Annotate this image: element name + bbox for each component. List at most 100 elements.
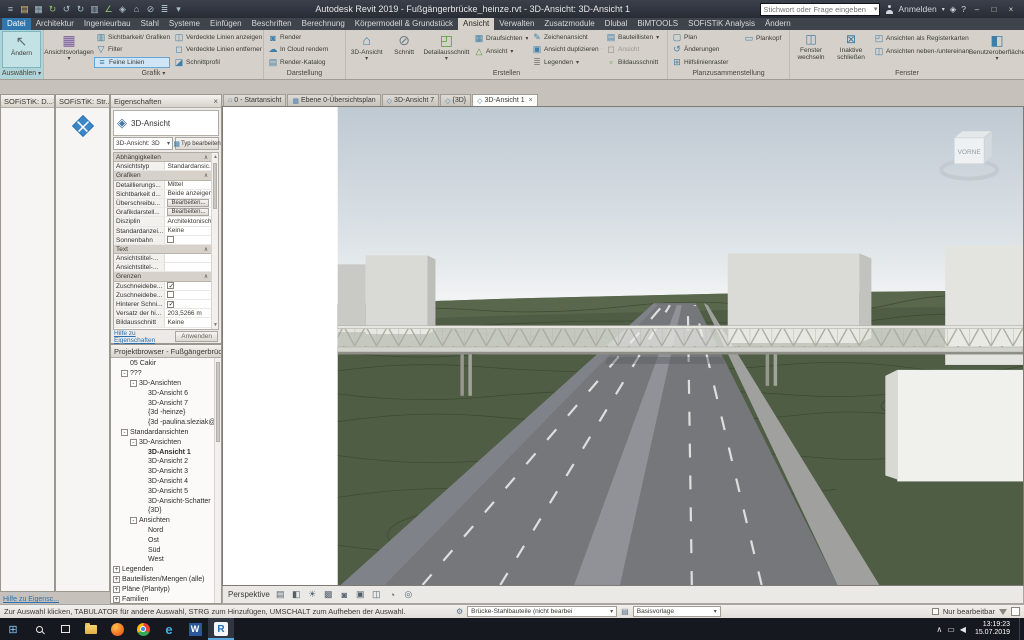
viewcube-front-label[interactable]: VORNE bbox=[958, 149, 982, 156]
chrome-button[interactable] bbox=[130, 618, 156, 640]
tree-item[interactable]: -3D-Ansichten bbox=[111, 379, 214, 389]
view-tab-uebersichtsplan[interactable]: ▦Ebene 0-Übersichtsplan bbox=[287, 94, 380, 106]
tree-item[interactable]: West bbox=[111, 555, 214, 565]
3d-viewport[interactable]: VORNE bbox=[222, 106, 1024, 586]
render-gallery-button[interactable]: ▤Render-Katalog bbox=[266, 57, 342, 68]
tree-expander[interactable]: - bbox=[130, 380, 137, 387]
sofistik-panel1-header[interactable]: SOFiSTiK: D... × bbox=[1, 95, 54, 108]
tree-expander[interactable]: + bbox=[113, 576, 120, 583]
firefox-button[interactable] bbox=[104, 618, 130, 640]
maximize-button[interactable]: □ bbox=[988, 5, 1000, 14]
tab-views-button[interactable]: ◰Ansichten als Registerkarten bbox=[872, 32, 970, 44]
tab-berechnung[interactable]: Berechnung bbox=[297, 18, 350, 30]
tray-expand-icon[interactable]: ∧ bbox=[936, 625, 942, 634]
guide-grid-button[interactable]: ⊞Hilfslinienraster bbox=[670, 57, 740, 68]
design-options-icon[interactable]: ▤ bbox=[621, 607, 629, 616]
edit-graphics-button[interactable]: Bearbeiten... bbox=[167, 208, 209, 216]
tree-item[interactable]: +Bauteillisten/Mengen (alle) bbox=[111, 575, 214, 585]
tree-item[interactable]: 3D-Ansicht 2 bbox=[111, 457, 214, 467]
tab-bimtools[interactable]: BiMTOOLS bbox=[632, 18, 683, 30]
property-section[interactable]: Text bbox=[114, 245, 211, 254]
measure-icon[interactable]: ∠ bbox=[102, 2, 115, 16]
tab-dlubal[interactable]: Dlubal bbox=[600, 18, 633, 30]
default-3d-view-icon[interactable]: ⌂ bbox=[130, 2, 143, 16]
tab-ansicht[interactable]: Ansicht bbox=[458, 18, 494, 30]
visual-style-icon[interactable]: ◧ bbox=[291, 589, 302, 600]
section-button[interactable]: ⊘ Schnitt bbox=[387, 31, 420, 68]
show-hidden-lines-button[interactable]: ◫Verdeckte Linien anzeigen bbox=[172, 32, 262, 43]
task-view-button[interactable] bbox=[52, 618, 78, 640]
edit-type-button[interactable]: ▦ Typ bearbeiten bbox=[175, 137, 219, 150]
scrollbar-thumb[interactable] bbox=[216, 362, 220, 442]
tree-expander[interactable]: - bbox=[121, 370, 128, 377]
group-label-darstellung[interactable]: Darstellung bbox=[264, 69, 345, 79]
scroll-down-icon[interactable]: ▼ bbox=[212, 321, 219, 329]
section-collapse-icon[interactable] bbox=[201, 272, 211, 280]
tab-aendern[interactable]: Ändern bbox=[760, 18, 796, 30]
temporary-hide-icon[interactable]: ◔ bbox=[387, 590, 398, 600]
group-label-planzusammenstellung[interactable]: Planzusammenstellung bbox=[668, 69, 789, 79]
filter-button[interactable]: ▽Filter bbox=[94, 44, 170, 55]
app-store-icon[interactable]: ◈ bbox=[950, 4, 957, 15]
far-clip-checkbox[interactable] bbox=[167, 301, 174, 308]
tree-item[interactable]: 05 Cakir bbox=[111, 359, 214, 369]
elevation-button[interactable]: △Ansicht bbox=[472, 45, 528, 57]
section-collapse-icon[interactable] bbox=[201, 171, 211, 179]
shadows-icon[interactable]: ▩ bbox=[323, 589, 334, 600]
edit-overrides-button[interactable]: Bearbeiten... bbox=[167, 199, 209, 207]
view-templates-button[interactable]: ▦ Ansichtsvorlagen bbox=[46, 31, 92, 68]
tree-expander[interactable]: + bbox=[113, 566, 120, 573]
search-box[interactable]: ▾ bbox=[760, 3, 880, 16]
properties-header[interactable]: Eigenschaften × bbox=[111, 95, 221, 108]
sun-path-checkbox[interactable] bbox=[167, 236, 174, 243]
undo-icon[interactable]: ↺ bbox=[60, 2, 73, 16]
tab-einfuegen[interactable]: Einfügen bbox=[205, 18, 247, 30]
view-tab-3d[interactable]: ◇{3D} bbox=[440, 94, 471, 106]
properties-help-link[interactable]: Hilfe zu Eigenschaften bbox=[114, 330, 173, 344]
duplicate-view-button[interactable]: ▣Ansicht duplizieren bbox=[530, 44, 602, 55]
search-icon[interactable]: ▾ bbox=[874, 5, 878, 13]
selection-count-box[interactable] bbox=[1011, 607, 1020, 616]
properties-scrollbar[interactable]: ▲ ▼ bbox=[211, 153, 218, 329]
view-reference-button[interactable]: ◻Ansicht bbox=[604, 44, 665, 55]
tree-item[interactable]: -??? bbox=[111, 369, 214, 379]
word-button[interactable]: W bbox=[182, 618, 208, 640]
type-selector[interactable]: ◈ 3D-Ansicht bbox=[113, 110, 219, 136]
thin-lines-button[interactable]: ≡Feine Linien bbox=[94, 57, 170, 68]
tree-expander[interactable]: + bbox=[113, 596, 120, 603]
group-label-erstellen[interactable]: Erstellen bbox=[346, 69, 667, 79]
visibility-graphics-button[interactable]: ▥Sichtbarkeit/ Grafiken bbox=[94, 32, 170, 43]
search-input[interactable] bbox=[763, 5, 871, 14]
tree-item[interactable]: 3D-Ansicht 6 bbox=[111, 388, 214, 398]
sofistik-panel2-header[interactable]: SOFiSTiK: Str... × bbox=[56, 95, 109, 108]
show-desktop-button[interactable] bbox=[1019, 618, 1024, 640]
tab-sofistik-analysis[interactable]: SOFiSTiK Analysis bbox=[683, 18, 760, 30]
app-menu-icon[interactable]: ≡ bbox=[4, 2, 17, 16]
save-icon[interactable]: ▦ bbox=[32, 2, 45, 16]
sync-icon[interactable]: ↻ bbox=[46, 2, 59, 16]
close-tab-icon[interactable]: × bbox=[529, 97, 533, 104]
tree-item[interactable]: 3D-Ansicht 4 bbox=[111, 477, 214, 487]
reveal-hidden-icon[interactable]: ◎ bbox=[403, 589, 414, 600]
plan-views-button[interactable]: ▦Draufsichten bbox=[472, 32, 528, 44]
tile-views-button[interactable]: ◫Ansichten neben-/untereinander bbox=[872, 45, 970, 57]
tab-architektur[interactable]: Architektur bbox=[31, 18, 79, 30]
tree-item[interactable]: -Standardansichten bbox=[111, 428, 214, 438]
tab-koerpermodell[interactable]: Körpermodell & Grundstück bbox=[350, 18, 458, 30]
crop-view-checkbox[interactable] bbox=[167, 282, 174, 289]
revisions-button[interactable]: ↺Änderungen bbox=[670, 44, 740, 55]
workset-dropdown[interactable]: Brücke-Stahlbauteile (nicht bearbei▾ bbox=[467, 606, 617, 617]
signin-button[interactable]: Anmelden bbox=[898, 4, 936, 14]
tree-item[interactable]: +Pläne (Plantyp) bbox=[111, 584, 214, 594]
switch-windows-button[interactable]: ◫ Fenster wechseln bbox=[792, 31, 830, 68]
tree-item[interactable]: Nord bbox=[111, 526, 214, 536]
tree-item-active-view[interactable]: 3D-Ansicht 1 bbox=[111, 447, 214, 457]
close-inactive-button[interactable]: ⊠ Inaktive schließen bbox=[832, 31, 870, 68]
crop-visible-checkbox[interactable] bbox=[167, 291, 174, 298]
cut-profile-button[interactable]: ◪Schnittprofil bbox=[172, 57, 262, 68]
edge-button[interactable]: e bbox=[156, 618, 182, 640]
render-dialog-icon[interactable]: ◙ bbox=[339, 590, 350, 600]
start-button[interactable]: ⊞ bbox=[0, 618, 26, 640]
group-label-auswaehlen[interactable]: Auswählen bbox=[0, 69, 43, 79]
redo-icon[interactable]: ↻ bbox=[74, 2, 87, 16]
